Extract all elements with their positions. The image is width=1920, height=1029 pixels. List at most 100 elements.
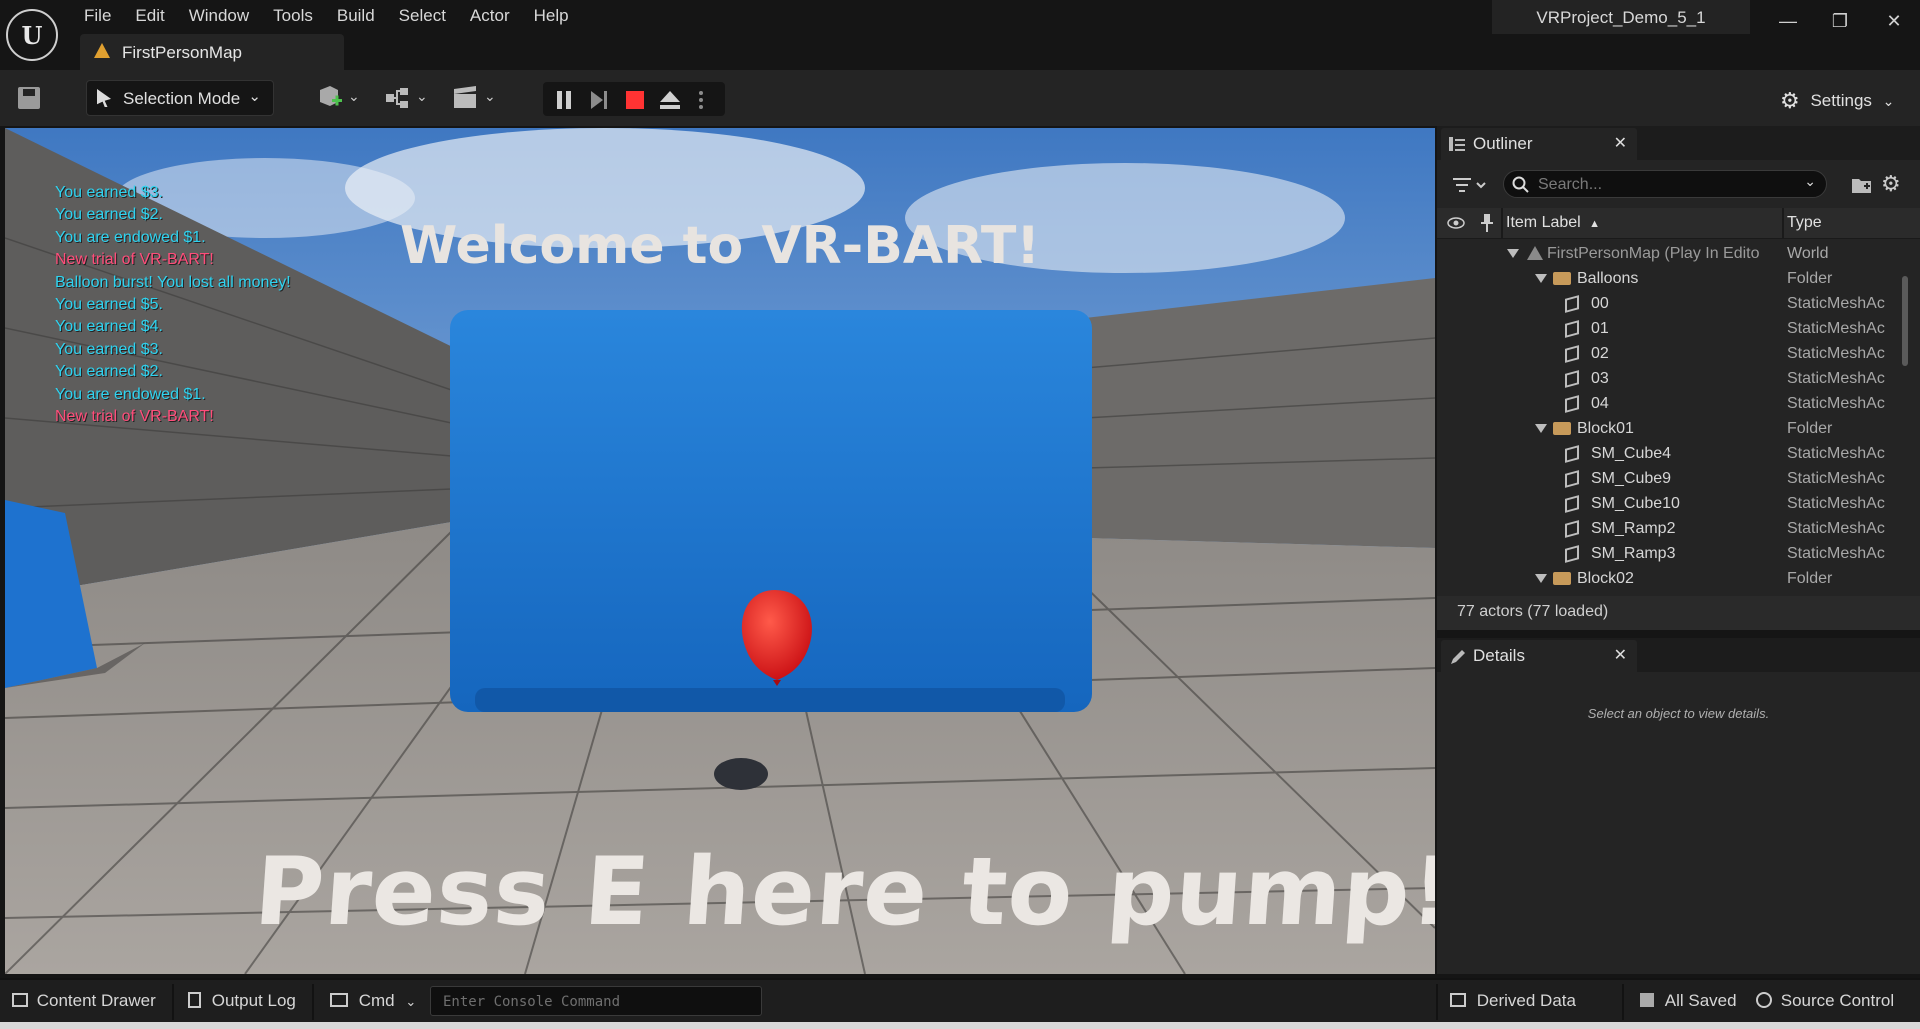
details-tab[interactable]: Details ✕ [1441,640,1637,672]
static-mesh-icon [1565,395,1579,413]
menu-select[interactable]: Select [387,0,458,30]
outliner-item-label: Balloons [1577,270,1639,287]
output-log-button[interactable]: Output Log [188,991,296,1011]
outliner-scrollbar[interactable] [1902,276,1908,366]
settings-button[interactable]: ⚙ Settings ⌄ [1780,86,1895,113]
folder-icon [1553,422,1571,435]
play-controls [543,82,725,116]
log-line: You earned $3. [55,184,163,201]
outliner-item-type: World [1787,245,1829,262]
cmd-dropdown[interactable]: Cmd ⌄ [330,991,416,1011]
outliner-row[interactable]: 04 StaticMeshAc [1437,392,1897,417]
derived-data-button[interactable]: Derived Data [1450,991,1576,1011]
main-toolbar: Selection Mode ⌄ ⌄ ⌄ ⌄ ⚙ Settings ⌄ [0,70,1920,126]
outliner-search[interactable]: ⌄ [1503,170,1827,198]
menu-window[interactable]: Window [177,0,261,30]
outliner-tab[interactable]: Outliner ✕ [1441,128,1637,160]
outliner-row[interactable]: SM_Ramp2 StaticMeshAc [1437,517,1897,542]
save-icon[interactable] [16,85,44,111]
static-mesh-icon [1565,470,1579,488]
terminal-icon [330,993,348,1007]
type-column[interactable]: Type [1787,214,1822,232]
cinematics-icon[interactable] [452,86,480,110]
visibility-eye-icon[interactable] [1447,217,1465,229]
search-input[interactable] [1536,173,1800,197]
outliner-row[interactable]: SM_Ramp3 StaticMeshAc [1437,542,1897,567]
outliner-row[interactable]: Block01 Folder [1437,417,1897,442]
pause-icon[interactable] [555,90,573,110]
menu-tools[interactable]: Tools [261,0,325,30]
close-icon[interactable]: ✕ [1614,645,1627,665]
blueprint-icon[interactable] [384,86,412,110]
save-status-icon [1640,993,1654,1007]
outliner-item-label: SM_Cube9 [1591,470,1672,487]
unreal-logo-icon[interactable]: U [6,9,58,61]
outliner-row[interactable]: 02 StaticMeshAc [1437,342,1897,367]
outliner-item-label: SM_Cube4 [1591,445,1672,462]
log-line: You earned $4. [55,318,163,336]
outliner-item-type: StaticMeshAc [1787,470,1885,487]
status-bar: Content Drawer Output Log Cmd ⌄ Derived … [0,978,1920,1024]
menu-file[interactable]: File [72,0,123,30]
source-control-button[interactable]: Source Control [1756,991,1894,1011]
all-saved-button[interactable]: All Saved [1640,991,1737,1011]
menu-actor[interactable]: Actor [458,0,522,30]
actor-count: 77 actors (77 loaded) [1457,603,1609,620]
level-tab-label: FirstPersonMap [122,43,242,62]
level-tab[interactable]: FirstPersonMap [80,34,344,70]
static-mesh-icon [1565,345,1579,363]
console-command-box[interactable] [430,986,762,1016]
outliner-item-label: SM_Cube10 [1591,495,1680,512]
pump-instruction-text: Press E here to pump! [251,838,1435,947]
expand-arrow-icon[interactable] [1535,574,1547,583]
outliner-row[interactable]: SM_Cube10 StaticMeshAc [1437,492,1897,517]
chevron-down-icon[interactable]: ⌄ [348,88,360,105]
outliner-item-type: StaticMeshAc [1787,395,1885,412]
expand-arrow-icon[interactable] [1535,424,1547,433]
outliner-row[interactable]: FirstPersonMap (Play In Edito World [1437,242,1897,267]
outliner-item-type: StaticMeshAc [1787,345,1885,362]
eject-icon[interactable] [659,90,681,110]
outliner-row[interactable]: 03 StaticMeshAc [1437,367,1897,392]
more-options-icon[interactable] [697,90,705,110]
item-label-column[interactable]: Item Label ▲ [1506,214,1600,232]
derived-data-icon [1450,993,1466,1007]
chevron-down-icon[interactable]: ⌄ [416,88,428,105]
close-icon[interactable]: ✕ [1614,133,1627,153]
minimize-icon[interactable]: — [1770,6,1806,36]
settings-gear-icon[interactable]: ⚙ [1881,171,1901,197]
add-actor-icon[interactable] [316,84,344,112]
outliner-row[interactable]: Balloons Folder [1437,267,1897,292]
new-folder-icon[interactable] [1851,176,1873,194]
selection-mode-dropdown[interactable]: Selection Mode ⌄ [86,80,274,116]
restore-icon[interactable]: ❐ [1822,6,1858,36]
expand-arrow-icon[interactable] [1535,274,1547,283]
chevron-down-icon: ⌄ [1882,93,1895,109]
filter-icon[interactable] [1453,176,1487,194]
expand-arrow-icon[interactable] [1507,249,1519,258]
chevron-down-icon[interactable]: ⌄ [1804,173,1816,190]
menu-help[interactable]: Help [522,0,581,30]
outliner-row[interactable]: SM_Cube4 StaticMeshAc [1437,442,1897,467]
content-drawer-button[interactable]: Content Drawer [12,991,156,1011]
outliner-row[interactable]: 00 StaticMeshAc [1437,292,1897,317]
close-window-icon[interactable]: ✕ [1876,6,1912,36]
stop-icon[interactable] [625,90,645,110]
menu-build[interactable]: Build [325,0,387,30]
outliner-body: ⌄ ⚙ Item Label ▲ Type FirstPersonMap (Pl… [1437,160,1920,596]
pin-icon[interactable] [1481,214,1493,232]
level-viewport[interactable]: You earned $3. You earned $2. You are endo… [5,128,1435,974]
outliner-row[interactable]: Block02 Folder [1437,567,1897,592]
frame-skip-icon[interactable] [589,90,609,110]
static-mesh-icon [1565,295,1579,313]
console-command-input[interactable] [441,990,755,1014]
outliner-row[interactable]: 01 StaticMeshAc [1437,317,1897,342]
outliner-item-label: Block01 [1577,420,1634,437]
output-log-icon [188,992,201,1008]
chevron-down-icon[interactable]: ⌄ [484,88,496,105]
menu-bar: File Edit Window Tools Build Select Actor Help [72,0,581,30]
menu-edit[interactable]: Edit [123,0,176,30]
cursor-icon [97,89,111,107]
outliner-row[interactable]: SM_Cube9 StaticMeshAc [1437,467,1897,492]
static-mesh-icon [1565,445,1579,463]
